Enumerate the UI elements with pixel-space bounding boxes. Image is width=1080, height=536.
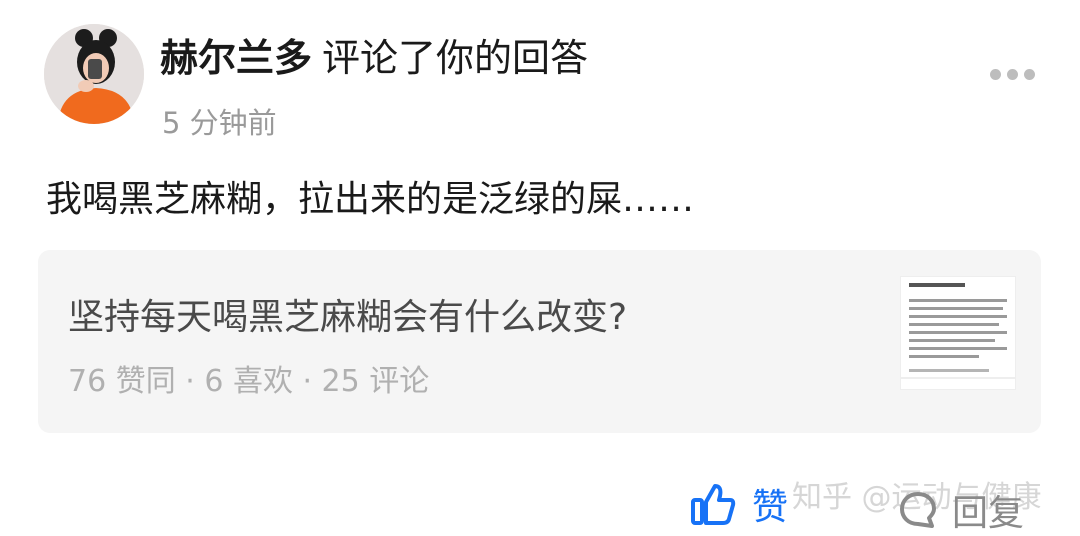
notification-action: 评论了你的回答 <box>322 36 589 80</box>
notification-title: 赫尔兰多 评论了你的回答 <box>160 32 588 84</box>
like-label: 赞 <box>752 487 789 528</box>
more-dot <box>1007 68 1018 80</box>
timestamp: 5 分钟前 <box>162 106 277 140</box>
user-name[interactable]: 赫尔兰多 <box>160 36 312 80</box>
more-horizontal-icon <box>990 68 1001 80</box>
like-button[interactable]: 赞 <box>690 478 788 530</box>
question-title: 坚持每天喝黑芝麻糊会有什么改变? <box>68 297 628 338</box>
more-options-button[interactable] <box>990 64 1038 84</box>
thumbs-up-icon <box>691 484 736 525</box>
comment-text: 我喝黑芝麻糊，拉出来的是泛绿的屎…… <box>46 179 695 220</box>
reply-label: 回复 <box>952 493 1025 534</box>
avatar-image <box>44 24 144 124</box>
avatar[interactable] <box>44 24 144 124</box>
answer-thumbnail <box>900 276 1016 390</box>
more-dot <box>1024 68 1035 80</box>
reply-button[interactable]: 回复 <box>898 484 1024 536</box>
thumbnail-image <box>901 277 1015 389</box>
question-stats: 76 赞同 · 6 喜欢 · 25 评论 <box>68 364 430 399</box>
question-card[interactable]: 坚持每天喝黑芝麻糊会有什么改变? 76 赞同 · 6 喜欢 · 25 评论 <box>38 250 1041 433</box>
comment-icon <box>900 492 936 528</box>
